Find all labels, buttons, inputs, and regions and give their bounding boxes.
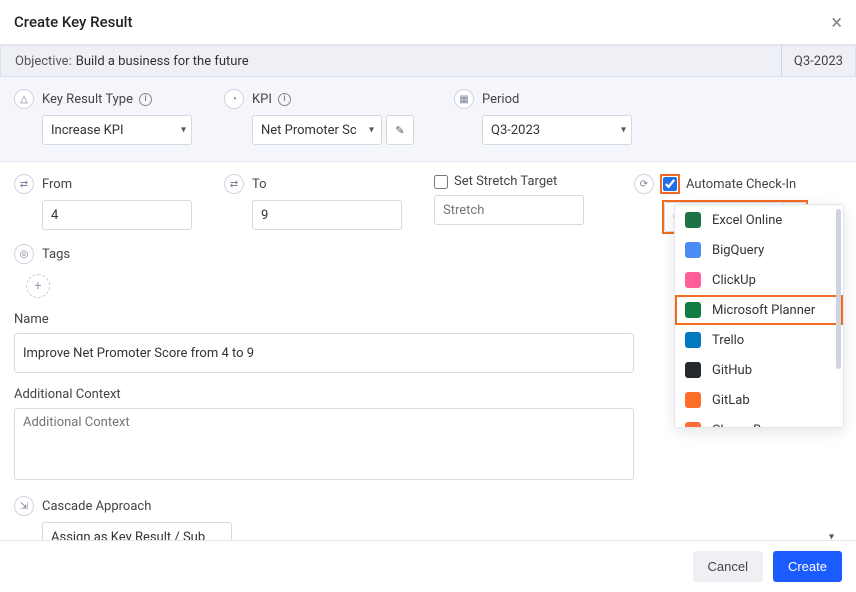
connection-option[interactable]: Excel Online bbox=[675, 205, 843, 235]
info-icon[interactable]: i bbox=[278, 93, 291, 106]
connection-option-label: Trello bbox=[712, 333, 744, 348]
close-icon[interactable]: × bbox=[831, 10, 842, 34]
tag-icon: ◎ bbox=[14, 244, 34, 264]
period-label: Period bbox=[482, 92, 519, 107]
to-label: To bbox=[252, 177, 267, 192]
connection-option-label: Microsoft Planner bbox=[712, 303, 815, 318]
automate-checkbox[interactable] bbox=[663, 177, 677, 191]
connection-option[interactable]: ClickUp bbox=[675, 265, 843, 295]
connection-option-label: GitHub bbox=[712, 363, 752, 378]
from-label: From bbox=[42, 177, 72, 192]
automate-checkbox-highlight bbox=[660, 174, 680, 194]
modal-footer: Cancel Create bbox=[0, 540, 856, 592]
integration-icon bbox=[685, 362, 701, 378]
name-input[interactable] bbox=[14, 333, 634, 373]
gauge-icon: ◔ bbox=[224, 89, 244, 109]
connection-option[interactable]: Trello bbox=[675, 325, 843, 355]
connection-option-label: ChargeBee bbox=[712, 423, 775, 429]
calendar-icon: ▦ bbox=[454, 89, 474, 109]
sync-icon: ⟳ bbox=[634, 174, 654, 194]
modal-title: Create Key Result bbox=[14, 13, 133, 31]
integration-icon bbox=[685, 422, 701, 428]
integration-icon bbox=[685, 242, 701, 258]
connection-option-label: BigQuery bbox=[712, 243, 764, 258]
cascade-label: Cascade Approach bbox=[42, 499, 151, 514]
cancel-button[interactable]: Cancel bbox=[693, 551, 763, 582]
to-input[interactable] bbox=[252, 200, 402, 230]
integration-icon bbox=[685, 392, 701, 408]
key-result-type-select[interactable]: Increase KPI bbox=[42, 115, 192, 145]
stretch-checkbox[interactable] bbox=[434, 175, 448, 189]
stretch-label: Set Stretch Target bbox=[454, 174, 557, 189]
info-icon[interactable]: i bbox=[139, 93, 152, 106]
objective-label: Objective: bbox=[15, 54, 72, 69]
integration-icon bbox=[685, 332, 701, 348]
connection-option[interactable]: GitLab bbox=[675, 385, 843, 415]
objective-value: Build a business for the future bbox=[76, 54, 249, 69]
create-button[interactable]: Create bbox=[773, 551, 842, 582]
tags-label: Tags bbox=[42, 247, 70, 262]
cascade-icon: ⇲ bbox=[14, 496, 34, 516]
key-result-type-label: Key Result Type i bbox=[42, 92, 152, 107]
arrows-icon: ⇄ bbox=[14, 174, 34, 194]
connection-option[interactable]: Microsoft Planner bbox=[675, 295, 843, 325]
from-input[interactable] bbox=[42, 200, 192, 230]
add-tag-button[interactable]: + bbox=[26, 274, 50, 298]
integration-icon bbox=[685, 272, 701, 288]
objective-bar: Objective: Build a business for the futu… bbox=[0, 45, 856, 77]
automate-label: Automate Check-In bbox=[686, 177, 796, 192]
connection-option[interactable]: ChargeBee bbox=[675, 415, 843, 428]
connection-option-label: Excel Online bbox=[712, 213, 782, 228]
connection-option[interactable]: BigQuery bbox=[675, 235, 843, 265]
kpi-edit-button[interactable]: ✎ bbox=[386, 115, 414, 145]
kpi-label: KPI i bbox=[252, 92, 291, 107]
connection-option[interactable]: GitHub bbox=[675, 355, 843, 385]
scrollbar[interactable] bbox=[836, 209, 841, 369]
cascade-select[interactable]: Assign as Key Result / Sub Ke... bbox=[42, 522, 232, 540]
integration-icon bbox=[685, 212, 701, 228]
kpi-select[interactable]: Net Promoter Sc... bbox=[252, 115, 382, 145]
connection-dropdown[interactable]: Excel Online BigQuery ClickUp Microsoft Pla… bbox=[674, 204, 844, 428]
connection-option-label: ClickUp bbox=[712, 273, 756, 288]
period-select[interactable]: Q3-2023 bbox=[482, 115, 632, 145]
context-textarea[interactable] bbox=[14, 408, 634, 480]
objective-period: Q3-2023 bbox=[781, 46, 855, 76]
arrows-icon: ⇄ bbox=[224, 174, 244, 194]
modal-header: Create Key Result × bbox=[0, 0, 856, 45]
stretch-input bbox=[434, 195, 584, 225]
integration-icon bbox=[685, 302, 701, 318]
connection-option-label: GitLab bbox=[712, 393, 750, 408]
triangle-icon: △ bbox=[14, 89, 34, 109]
